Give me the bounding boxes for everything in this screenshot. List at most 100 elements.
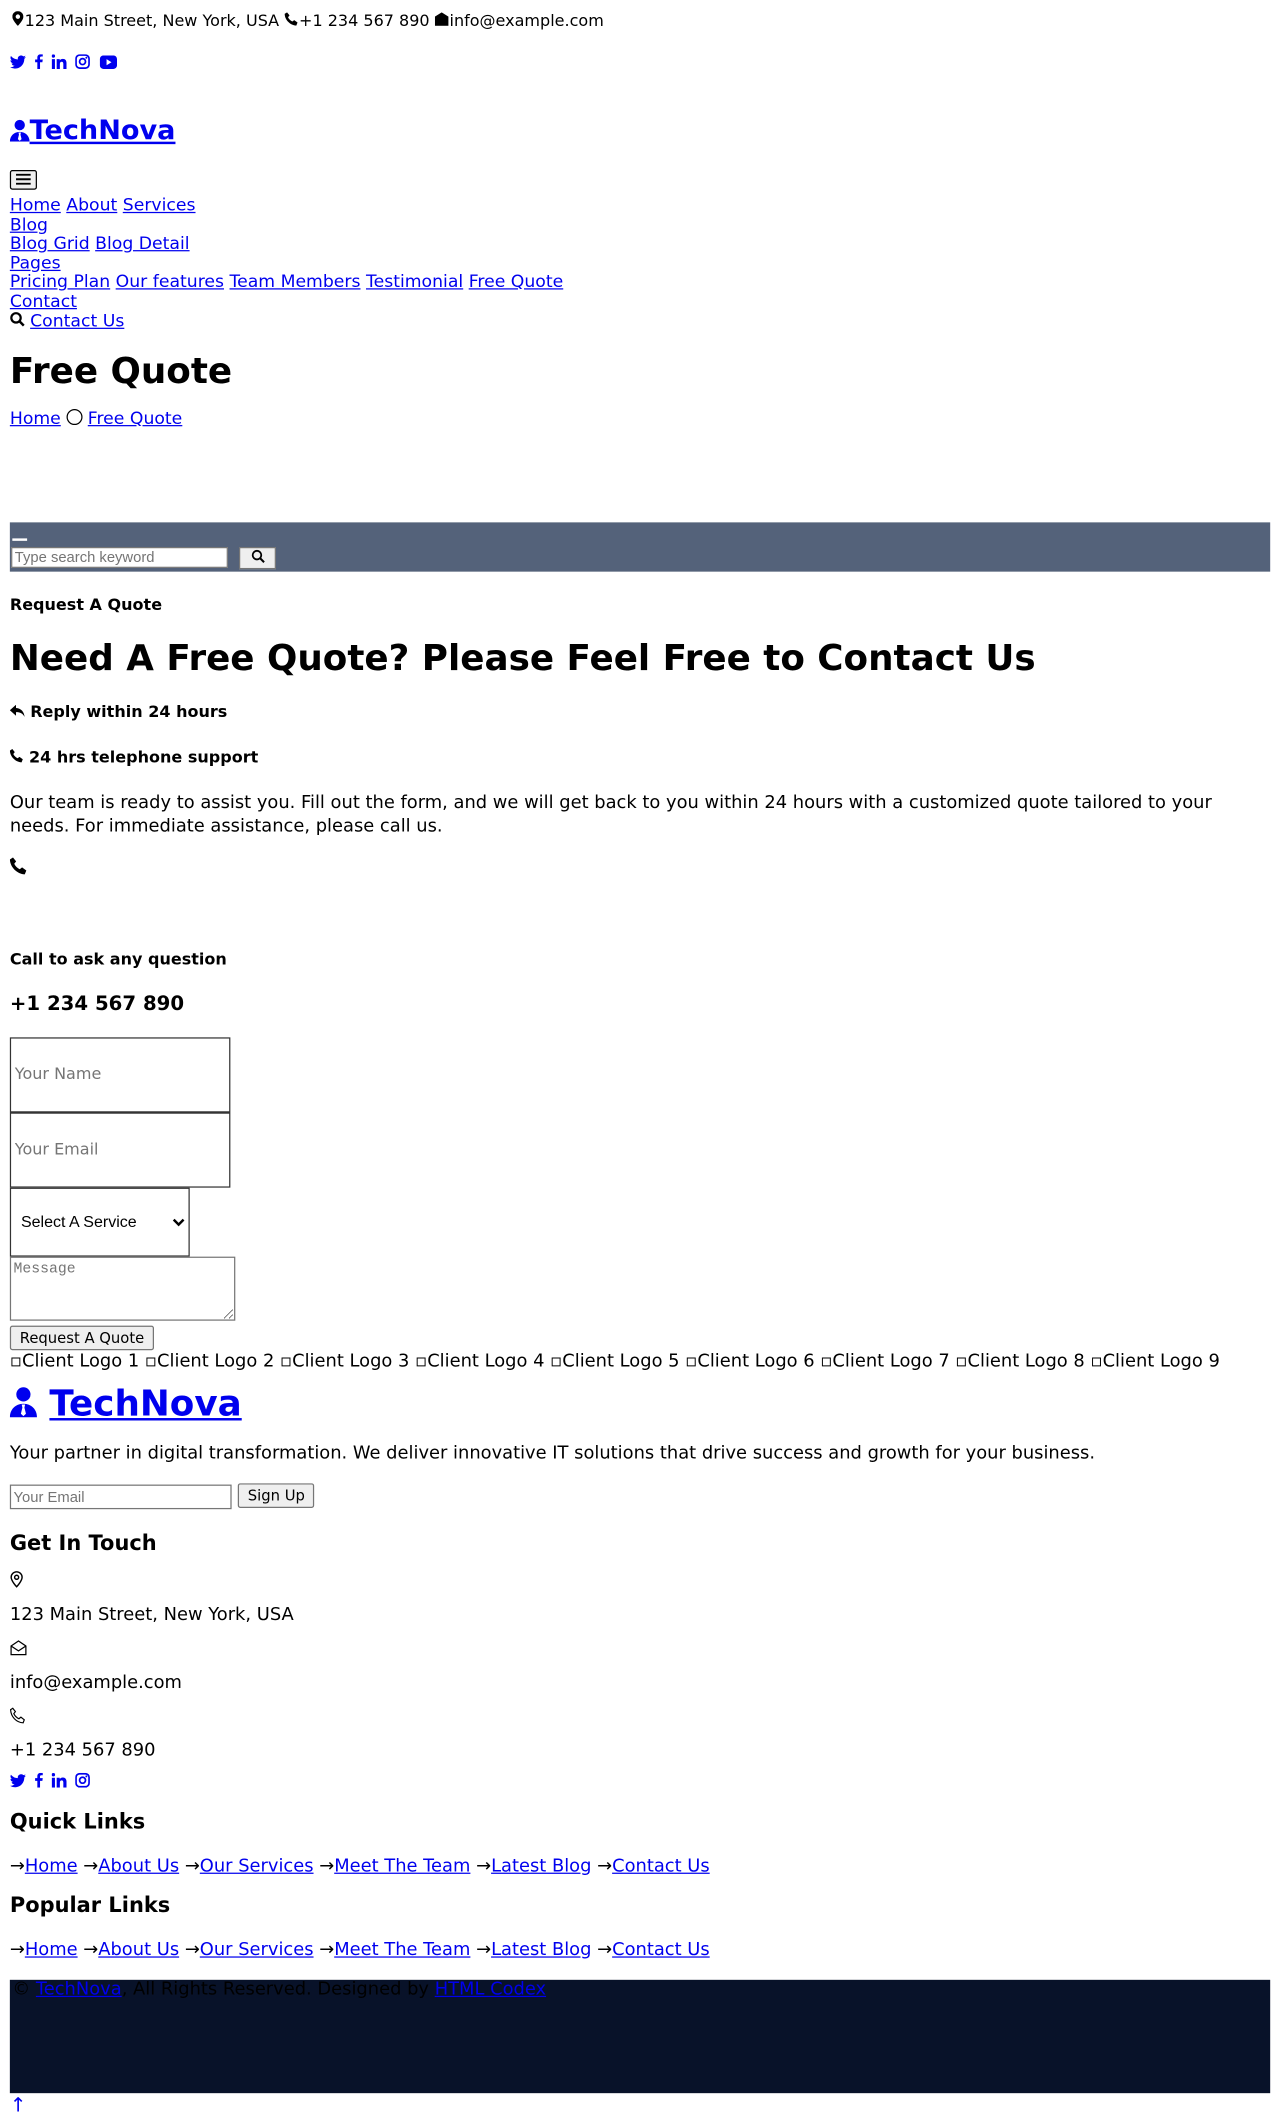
nav-team-members[interactable]: Team Members [229,272,360,292]
copyright-bar: © TechNova, All Rights Reserved. Designe… [9,1979,1271,2093]
search-input[interactable] [11,546,228,568]
client-logo: ▫Client Logo 6 [685,1350,815,1371]
quick-link-team[interactable]: Meet The Team [334,1856,470,1876]
arrow-right-icon: → [9,1856,25,1876]
twitter-icon[interactable] [9,55,26,73]
copyright-icon: © [12,1979,31,1999]
youtube-icon[interactable] [99,55,117,73]
search-icon[interactable] [10,312,30,332]
arrow-right-icon: → [476,1939,492,1960]
site-logo[interactable]: TechNova [0,116,1280,147]
copyright-text: , All Rights Reserved. Designed by [121,1979,430,1999]
circle-icon [66,408,83,425]
signup-button[interactable]: Sign Up [237,1482,315,1508]
nav-home[interactable]: Home [10,196,61,216]
nav-contact[interactable]: Contact [10,291,77,311]
breadcrumb-home[interactable]: Home [10,408,61,428]
navbar-toggler-button[interactable] [9,170,37,190]
quick-links-heading: Quick Links [9,1809,146,1834]
breadcrumb: Home Free Quote [0,408,1280,428]
section-subtitle: Request A Quote [9,595,163,615]
get-in-touch-heading: Get In Touch [9,1530,157,1556]
newsletter-email-input[interactable] [9,1483,232,1509]
topbar-phone: +1 234 567 890 [299,12,430,31]
instagram-icon[interactable] [75,1772,91,1792]
page-title: Free Quote [9,349,233,392]
facebook-icon[interactable] [35,1772,44,1792]
phone-icon [0,856,1280,879]
arrow-right-icon: → [319,1939,335,1960]
client-logo: ▫Client Logo 3 [280,1350,410,1371]
call-number: +1 234 567 890 [9,991,185,1015]
quick-link-about[interactable]: About Us [98,1856,179,1876]
feature-phone-support: 24 hrs telephone support [0,748,1280,767]
topbar: 123 Main Street, New York, USA +1 234 56… [0,0,1280,34]
popular-links: →Home →About Us →Our Services →Meet The … [0,1940,1280,1960]
search-submit-button[interactable] [239,546,276,569]
message-field[interactable] [9,1256,236,1321]
popular-link-about[interactable]: About Us [98,1940,179,1960]
facebook-icon[interactable] [35,54,44,74]
arrow-right-icon: → [476,1856,492,1876]
nav-pricing-plan[interactable]: Pricing Plan [10,272,110,292]
breadcrumb-current[interactable]: Free Quote [88,408,183,428]
nav-pages-dropdown[interactable]: Pages [10,253,61,273]
email-field[interactable] [9,1111,231,1188]
popular-link-home[interactable]: Home [25,1940,78,1960]
arrow-right-icon: → [184,1939,200,1960]
close-icon[interactable] [12,537,28,541]
back-to-top-button[interactable]: ↑ [0,2093,1280,2116]
envelope-open-icon [435,10,450,35]
popular-link-services[interactable]: Our Services [200,1940,314,1960]
nav-services[interactable]: Services [123,196,196,216]
linkedin-icon[interactable] [51,54,67,74]
arrow-right-icon: → [83,1939,99,1960]
arrow-right-icon: → [83,1856,99,1876]
popular-link-blog[interactable]: Latest Blog [491,1940,591,1960]
quote-description: Our team is ready to assist you. Fill ou… [9,792,1212,836]
popular-link-contact[interactable]: Contact Us [612,1940,710,1960]
feature-reply: Reply within 24 hours [0,703,1280,721]
request-quote-button[interactable]: Request A Quote [9,1325,155,1350]
quick-link-contact[interactable]: Contact Us [612,1856,710,1876]
quick-link-blog[interactable]: Latest Blog [491,1856,591,1876]
nav-blog-dropdown[interactable]: Blog [10,215,48,235]
brand-name[interactable]: TechNova [30,116,176,147]
linkedin-icon[interactable] [51,1772,67,1792]
quick-link-services[interactable]: Our Services [200,1856,314,1876]
name-field[interactable] [9,1036,231,1112]
nav-free-quote[interactable]: Free Quote [469,272,564,292]
arrow-right-icon: → [597,1939,613,1960]
twitter-icon[interactable] [9,1773,26,1791]
footer-email: info@example.com [9,1672,182,1693]
feature-phone-text: 24 hrs telephone support [28,748,259,767]
user-tie-icon [9,1382,50,1424]
footer-address: 123 Main Street, New York, USA [9,1604,294,1625]
phone-icon [0,1706,1280,1728]
nav-testimonial[interactable]: Testimonial [366,272,463,292]
newsletter: Sign Up [0,1482,1280,1509]
quick-link-home[interactable]: Home [25,1856,78,1876]
phone-icon [284,10,299,35]
search-modal [9,521,1271,572]
quick-links: →Home →About Us →Our Services →Meet The … [0,1856,1280,1876]
nav-contact-us-button[interactable]: Contact Us [30,312,124,332]
popular-link-team[interactable]: Meet The Team [334,1940,470,1960]
client-logo: ▫Client Logo 8 [955,1350,1085,1371]
nav-our-features[interactable]: Our features [116,272,224,292]
copyright-brand[interactable]: TechNova [36,1979,122,1999]
nav-blog-grid[interactable]: Blog Grid [10,234,90,254]
designer-link[interactable]: HTML Codex [435,1979,546,1999]
footer-logo[interactable]: TechNova [0,1382,1280,1424]
footer-brand-name[interactable]: TechNova [49,1382,241,1424]
map-marker-icon [10,10,25,35]
nav-blog-detail[interactable]: Blog Detail [95,234,189,254]
header-social-links [0,54,1280,74]
instagram-icon[interactable] [75,54,91,74]
arrow-right-icon: → [597,1856,613,1876]
nav-about[interactable]: About [66,196,117,216]
footer-social-links [0,1772,1280,1792]
client-logo: ▫Client Logo 9 [1090,1350,1220,1371]
service-select[interactable]: Select A Service [9,1187,190,1257]
footer-tagline: Your partner in digital transformation. … [9,1443,1096,1463]
